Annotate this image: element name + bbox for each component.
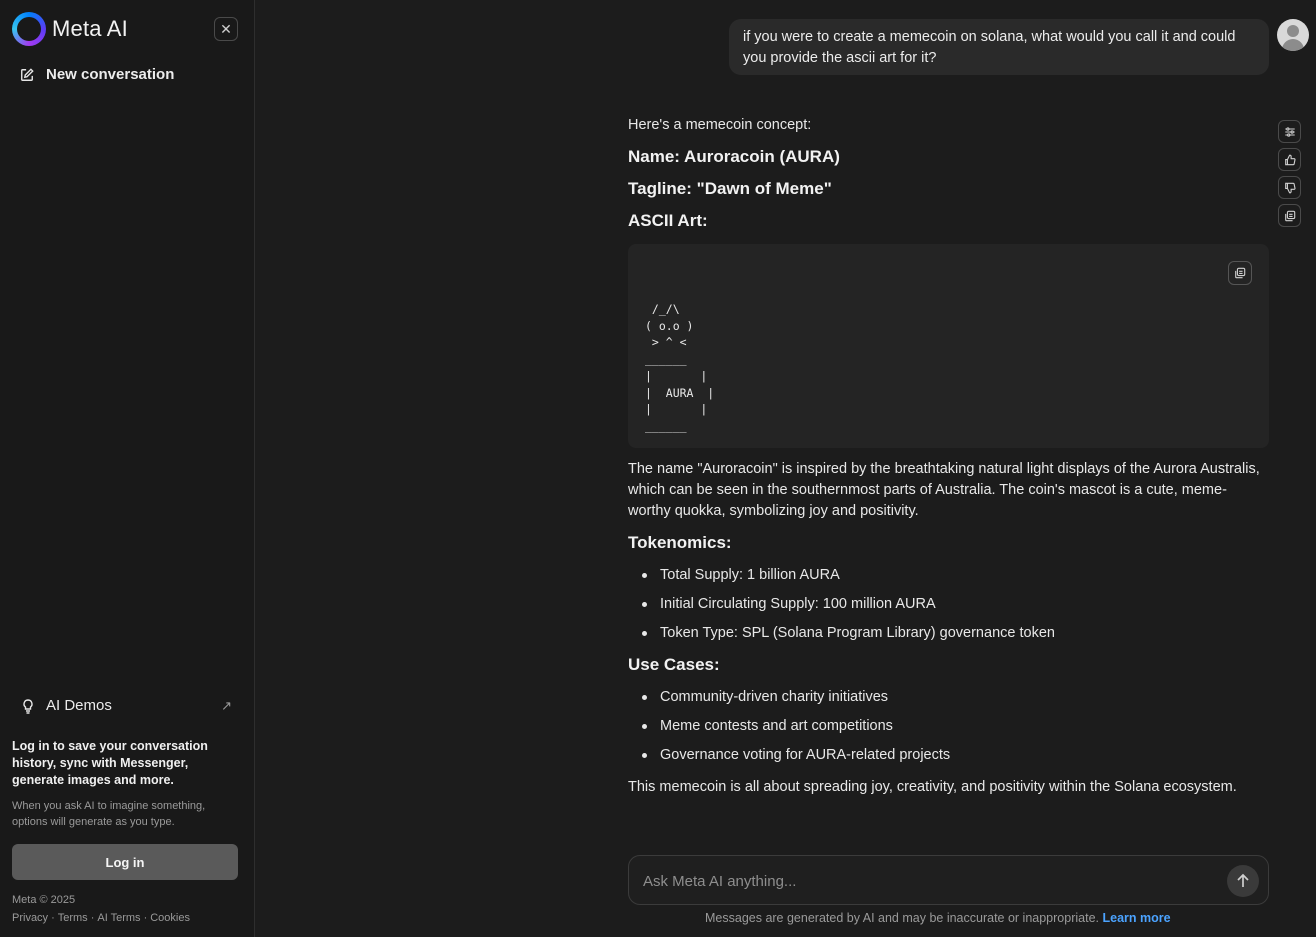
thumbs-down-button[interactable] xyxy=(1278,176,1301,199)
login-prompt-title: Log in to save your conversation history… xyxy=(12,739,208,787)
sidebar: Meta AI ✕ New conversation AI Demos ↗ Lo… xyxy=(0,0,255,937)
close-sidebar-button[interactable]: ✕ xyxy=(214,17,238,41)
response-actions xyxy=(1278,120,1301,232)
copy-icon xyxy=(1235,267,1246,279)
copy-code-button[interactable] xyxy=(1228,261,1252,285)
ai-terms-link[interactable]: AI Terms xyxy=(97,912,140,924)
code-block: /_/\ ( o.o ) > ^ < ______ | | | AURA | |… xyxy=(628,244,1269,448)
arrow-up-icon xyxy=(1237,873,1249,887)
thumbs-up-icon xyxy=(1284,154,1296,165)
list-item: Meme contests and art competitions xyxy=(628,712,1269,741)
disclaimer: Messages are generated by AI and may be … xyxy=(705,911,1171,925)
brand[interactable]: Meta AI xyxy=(12,12,128,46)
ai-demos-link[interactable]: AI Demos ↗ xyxy=(20,697,232,714)
copyright: Meta © 2025 xyxy=(12,894,76,906)
thumbs-down-icon xyxy=(1284,182,1296,193)
ai-demos-label: AI Demos xyxy=(46,697,112,714)
terms-link[interactable]: Terms xyxy=(58,912,88,924)
privacy-link[interactable]: Privacy xyxy=(12,912,48,924)
brand-name: Meta AI xyxy=(52,16,128,41)
settings-button[interactable] xyxy=(1278,120,1301,143)
use-cases-list: Community-driven charity initiatives Mem… xyxy=(628,683,1269,770)
list-item: Initial Circulating Supply: 100 million … xyxy=(628,590,1269,619)
compose-icon xyxy=(21,67,34,81)
external-link-icon: ↗ xyxy=(221,697,232,713)
link-separator: · xyxy=(90,912,95,924)
composer xyxy=(628,855,1269,905)
disclaimer-text: Messages are generated by AI and may be … xyxy=(705,911,1099,925)
new-conversation-label: New conversation xyxy=(46,66,175,83)
user-avatar[interactable] xyxy=(1277,19,1309,51)
response-description: The name "Auroracoin" is inspired by the… xyxy=(628,461,1260,519)
response-name-heading: Name: Auroracoin (AURA) xyxy=(628,147,840,166)
copy-icon xyxy=(1284,210,1295,221)
tokenomics-heading: Tokenomics: xyxy=(628,533,732,552)
response-intro: Here's a memecoin concept: xyxy=(628,117,812,133)
learn-more-link[interactable]: Learn more xyxy=(1102,911,1170,925)
thumbs-up-button[interactable] xyxy=(1278,148,1301,171)
list-item: Community-driven charity initiatives xyxy=(628,683,1269,712)
link-separator: · xyxy=(143,912,148,924)
meta-ai-logo-icon xyxy=(12,12,46,46)
new-conversation-button[interactable]: New conversation xyxy=(20,66,174,83)
send-button[interactable] xyxy=(1227,865,1259,897)
ascii-art-heading: ASCII Art: xyxy=(628,211,708,230)
close-icon: ✕ xyxy=(220,20,232,37)
response-tagline-heading: Tagline: "Dawn of Meme" xyxy=(628,179,832,198)
list-item: Governance voting for AURA-related proje… xyxy=(628,741,1269,770)
link-separator: · xyxy=(51,912,55,924)
use-cases-heading: Use Cases: xyxy=(628,655,720,674)
cookies-link[interactable]: Cookies xyxy=(150,912,190,924)
lightbulb-icon xyxy=(23,698,33,714)
footer-links: Privacy · Terms · AI Terms · Cookies xyxy=(12,912,190,924)
sliders-icon xyxy=(1284,126,1295,137)
login-prompt-subtitle: When you ask AI to imagine something, op… xyxy=(12,800,206,828)
list-item: Token Type: SPL (Solana Program Library)… xyxy=(628,619,1269,648)
copy-response-button[interactable] xyxy=(1278,204,1301,227)
user-message: if you were to create a memecoin on sola… xyxy=(729,19,1269,75)
login-button[interactable]: Log in xyxy=(12,844,238,880)
response-closing: This memecoin is all about spreading joy… xyxy=(628,779,1237,795)
message-input[interactable] xyxy=(643,868,1203,894)
list-item: Total Supply: 1 billion AURA xyxy=(628,561,1269,590)
ascii-art-code: /_/\ ( o.o ) > ^ < ______ | | | AURA | |… xyxy=(645,302,715,433)
tokenomics-list: Total Supply: 1 billion AURA Initial Cir… xyxy=(628,561,1269,648)
